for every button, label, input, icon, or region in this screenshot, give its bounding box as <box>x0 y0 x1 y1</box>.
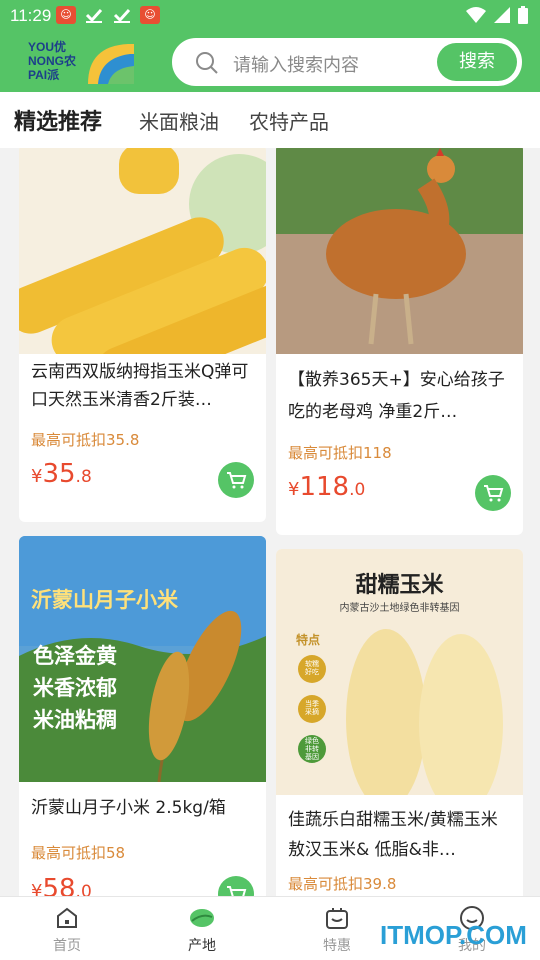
product-title: 【散养365天+】安心给孩子吃的老母鸡 净重2斤… <box>288 370 505 422</box>
app-header: 11:29 ☺ ☺ YOU优 NONG农 PAI派 请输入搜索内容 搜索 <box>0 0 540 92</box>
image-banner-text: 甜糯玉米 <box>355 573 444 598</box>
tab-grain-oil[interactable]: 米面粮油 <box>139 106 219 135</box>
status-time: 11:29 <box>10 6 52 25</box>
leaf-icon <box>190 909 214 927</box>
cart-icon <box>484 485 504 502</box>
product-price: ¥35.8 <box>31 459 92 489</box>
image-slogan: 色泽金黄 米香浓郁 米油粘稠 <box>33 644 117 732</box>
nav-origin[interactable]: 产地 <box>162 905 242 955</box>
add-to-cart-button[interactable] <box>218 462 254 498</box>
image-banner-text: 沂蒙山月子小米 <box>31 588 178 612</box>
product-image <box>276 148 523 354</box>
gift-icon <box>326 908 348 929</box>
product-title: 佳蔬乐白甜糯玉米/黄糯玉米 敖汉玉米& 低脂&非… <box>288 810 498 860</box>
category-tabs: 精选推荐 米面粮油 农特产品 <box>0 92 540 148</box>
add-to-cart-button[interactable] <box>218 876 254 896</box>
search-button[interactable]: 搜索 <box>437 43 517 81</box>
cart-icon <box>227 472 247 489</box>
product-title: 云南西双版纳拇指玉米Q弹可口天然玉米清香2斤装… <box>31 362 249 410</box>
download-done-icon <box>85 8 103 23</box>
deduct-label: 最高可抵扣35.8 <box>31 431 140 449</box>
search-input[interactable]: 请输入搜索内容 <box>233 51 359 77</box>
product-price: ¥58.0 <box>31 874 92 896</box>
notification-icons: ☺ ☺ <box>56 6 160 24</box>
image-subtext: 内蒙古沙土地绿色非转基因 <box>339 603 460 614</box>
nav-home[interactable]: 首页 <box>27 905 107 955</box>
product-image: 沂蒙山月子小米 色泽金黄 米香浓郁 米油粘稠 <box>19 536 266 782</box>
product-image: 甜糯玉米 内蒙古沙土地绿色非转基因 特点 软糯好吃 当季采摘 绿色非转基因 <box>276 549 523 795</box>
battery-icon <box>518 6 528 24</box>
image-feature-badge: 绿色非转基因 <box>305 737 319 761</box>
product-card[interactable]: 云南西双版纳拇指玉米Q弹可口天然玉米清香2斤装… 最高可抵扣35.8 ¥35.8 <box>19 148 266 522</box>
product-grid: 云南西双版纳拇指玉米Q弹可口天然玉米清香2斤装… 最高可抵扣35.8 ¥35.8… <box>0 148 540 896</box>
watermark: ITMOP.COM <box>380 920 527 950</box>
product-image <box>19 148 266 354</box>
image-feature-label: 特点 <box>296 633 321 647</box>
home-icon <box>57 907 77 928</box>
add-to-cart-button[interactable] <box>475 475 511 511</box>
app-notification-icon: ☺ <box>56 6 76 24</box>
search-bar[interactable]: 请输入搜索内容 搜索 <box>172 38 522 86</box>
logo-mark <box>88 44 134 84</box>
deduct-label: 最高可抵扣58 <box>31 844 126 862</box>
deduct-label: 最高可抵扣118 <box>288 444 392 462</box>
deduct-label: 最高可抵扣39.8 <box>288 875 397 893</box>
tab-specialty[interactable]: 农特产品 <box>249 106 329 135</box>
app-logo[interactable]: YOU优 NONG农 PAI派 <box>28 40 138 84</box>
image-feature-badge: 当季采摘 <box>305 700 319 716</box>
tab-featured[interactable]: 精选推荐 <box>14 104 102 136</box>
nav-deals[interactable]: 特惠 <box>297 905 377 955</box>
image-feature-badge: 软糯好吃 <box>305 660 319 676</box>
search-icon <box>196 52 218 74</box>
system-icons <box>466 6 528 24</box>
logo-text: YOU优 NONG农 PAI派 <box>28 40 77 82</box>
product-card[interactable]: 【散养365天+】安心给孩子吃的老母鸡 净重2斤… 最高可抵扣118 ¥118.… <box>276 148 523 535</box>
cart-icon <box>227 886 247 896</box>
product-title: 沂蒙山月子小米 2.5kg/箱 <box>31 798 226 818</box>
wifi-icon <box>466 7 486 23</box>
product-card[interactable]: 沂蒙山月子小米 色泽金黄 米香浓郁 米油粘稠 沂蒙山月子小米 2.5kg/箱 最… <box>19 536 266 896</box>
status-bar: 11:29 ☺ ☺ <box>0 0 540 32</box>
product-price: ¥118.0 <box>288 472 366 502</box>
signal-icon <box>494 7 510 23</box>
app-notification-icon: ☺ <box>140 6 160 24</box>
product-card[interactable]: 甜糯玉米 内蒙古沙土地绿色非转基因 特点 软糯好吃 当季采摘 绿色非转基因 佳蔬… <box>276 549 523 896</box>
download-done-icon <box>113 8 131 23</box>
